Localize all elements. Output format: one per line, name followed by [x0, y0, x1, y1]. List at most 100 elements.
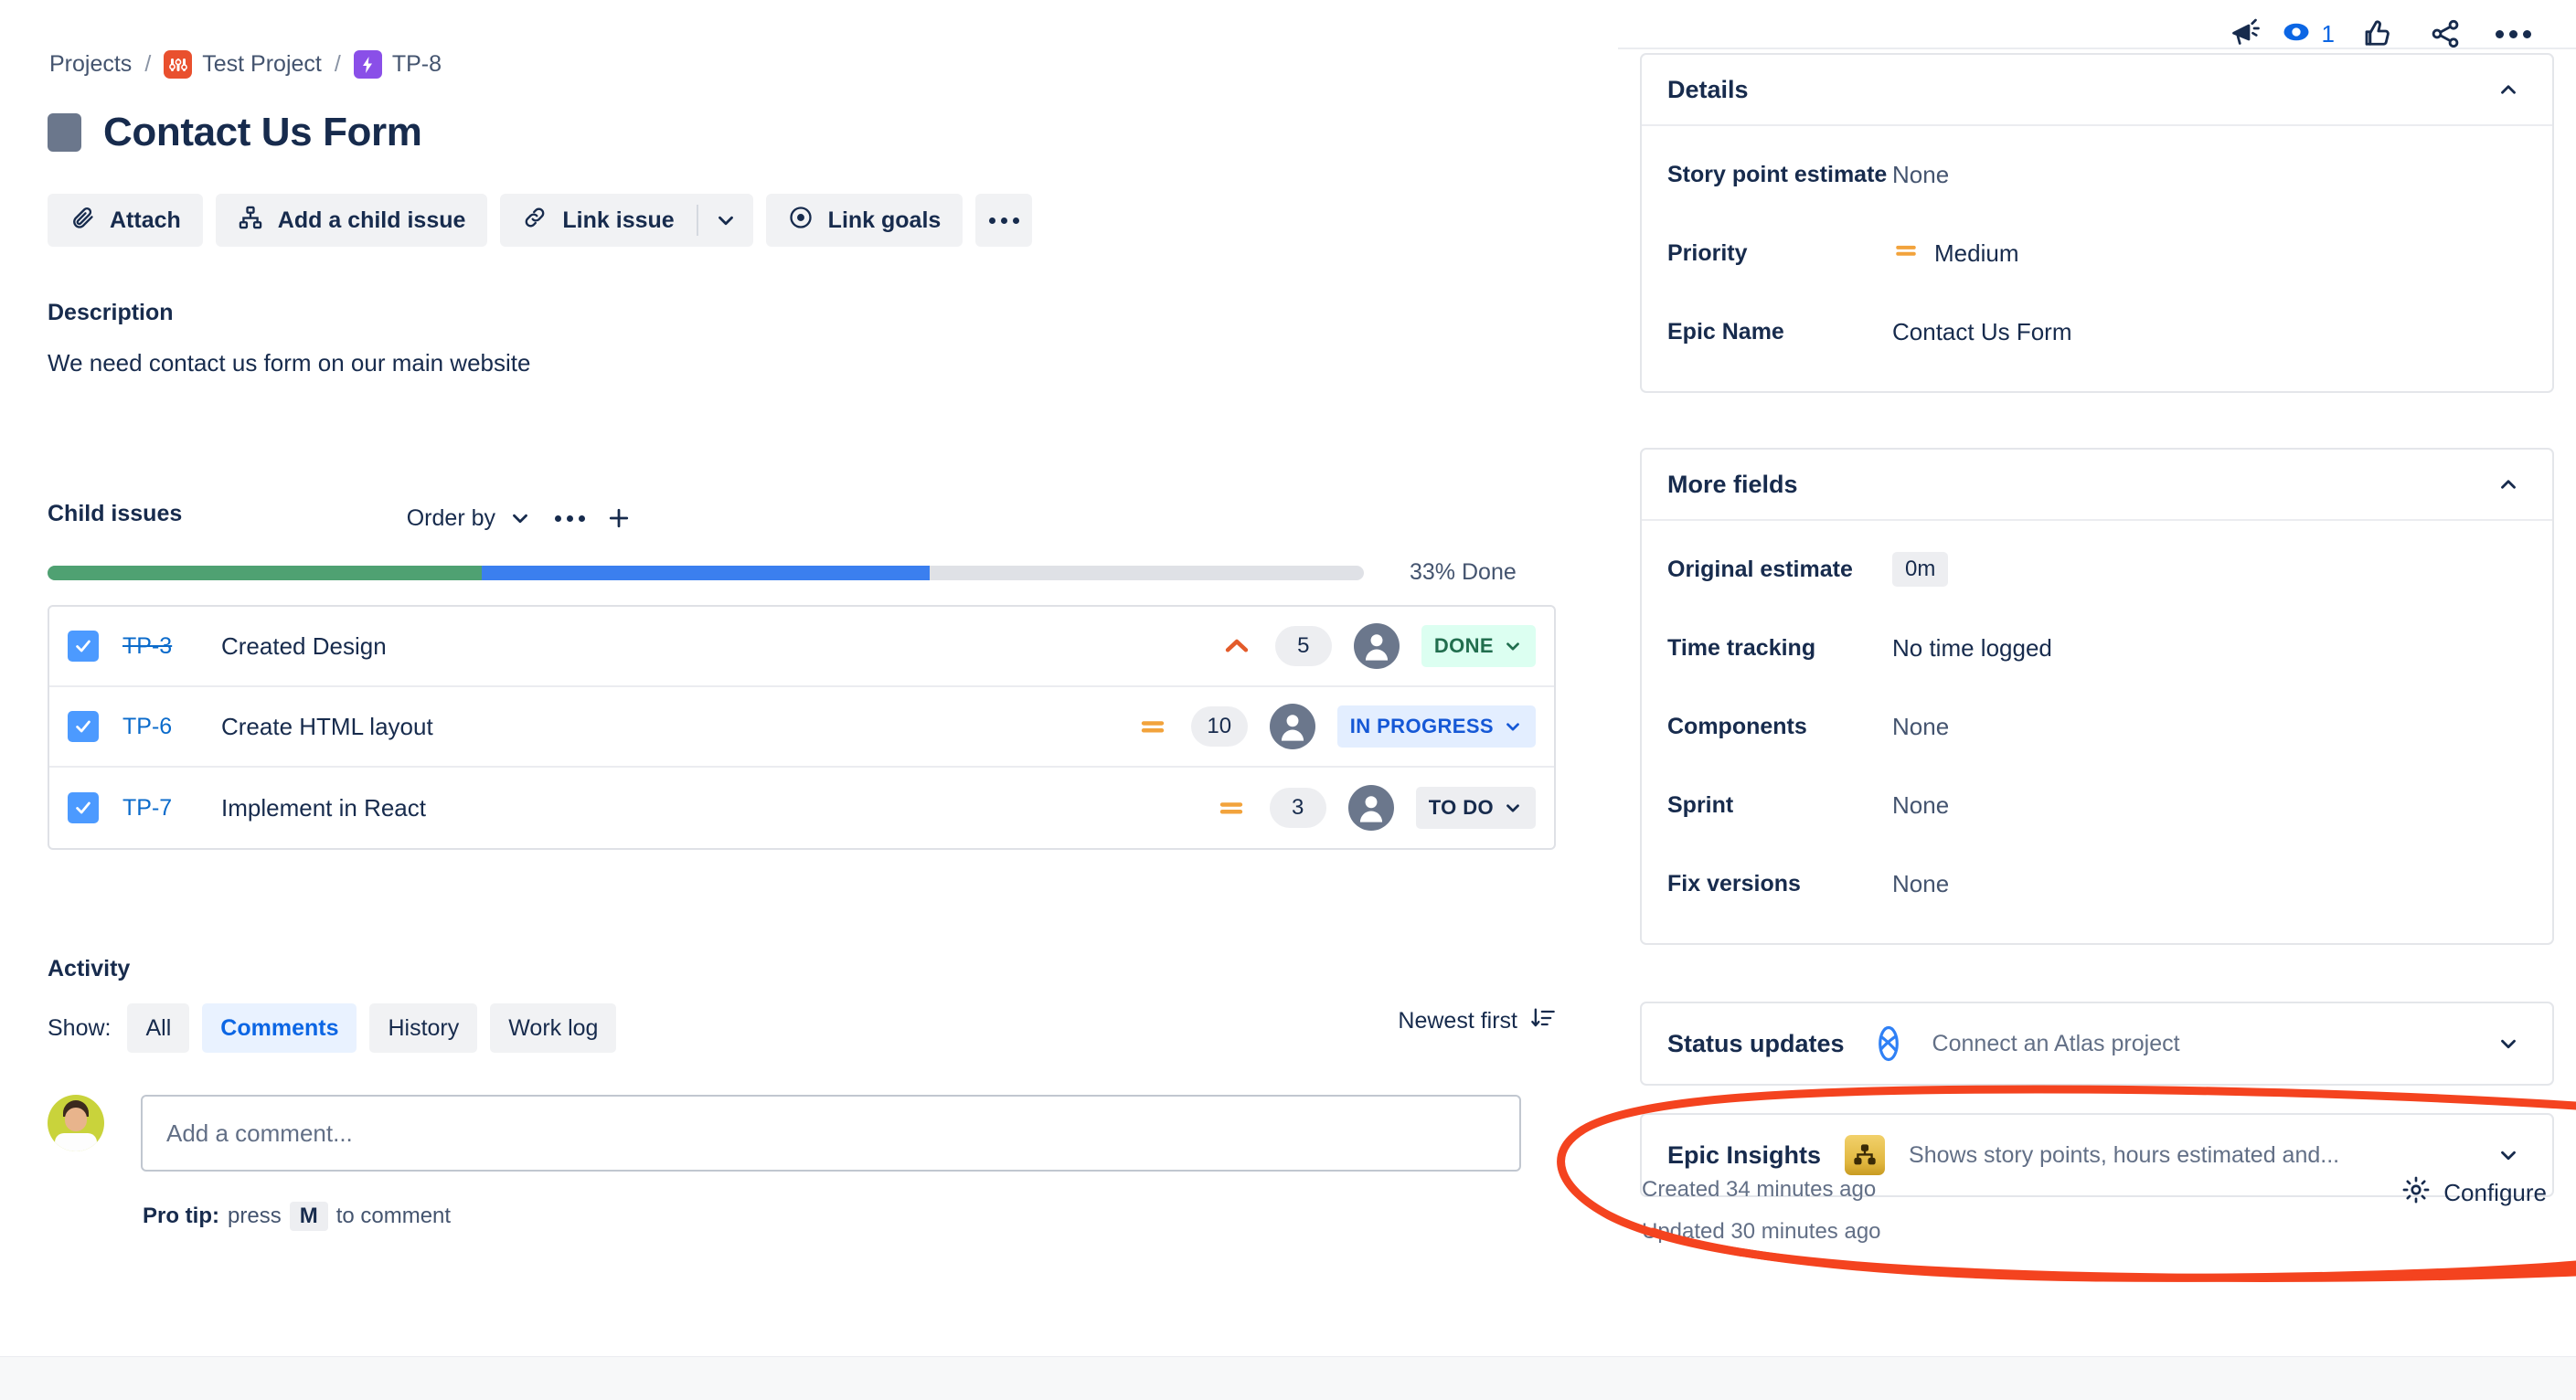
- add-comment-row: Add a comment...: [48, 1095, 1521, 1172]
- page-title-row: Contact Us Form: [48, 110, 422, 155]
- checkbox-checked-icon[interactable]: [68, 792, 99, 823]
- link-issue-split-button: Link issue: [500, 194, 753, 247]
- more-horizontal-icon[interactable]: [545, 493, 594, 543]
- child-issues-heading: Child issues: [48, 501, 183, 526]
- details-title: Details: [1667, 75, 1749, 103]
- priority-high-icon: [1213, 631, 1261, 662]
- user-avatar-icon[interactable]: [1347, 785, 1394, 831]
- attach-label: Attach: [110, 207, 181, 233]
- chevron-down-icon[interactable]: [2490, 1137, 2527, 1173]
- epic-insights-description: Shows story points, hours estimated and.…: [1909, 1141, 2340, 1168]
- order-by-button[interactable]: Order by: [407, 505, 495, 532]
- more-fields-card-header[interactable]: More fields: [1642, 450, 2552, 521]
- table-row[interactable]: TP-7 Implement in React 3 TO DO: [49, 768, 1554, 848]
- tab-comments[interactable]: Comments: [202, 1003, 357, 1053]
- child-issues-progress: 33% Done: [48, 559, 1556, 586]
- field-original-estimate: Original estimate 0m: [1667, 530, 2527, 609]
- table-row[interactable]: TP-6 Create HTML layout 10 IN PROGRESS: [49, 687, 1554, 768]
- child-issue-summary[interactable]: Implement in React: [221, 794, 1208, 822]
- attach-button[interactable]: Attach: [48, 194, 203, 247]
- progress-bar: [48, 565, 1364, 580]
- project-board-icon: [164, 50, 193, 79]
- configure-button[interactable]: Configure: [2401, 1175, 2547, 1211]
- user-avatar-icon[interactable]: [1269, 704, 1315, 749]
- field-priority: Priority Medium: [1667, 214, 2527, 292]
- progress-label: 33% Done: [1410, 559, 1517, 585]
- field-value[interactable]: None: [1892, 870, 1949, 898]
- status-label: DONE: [1433, 634, 1494, 657]
- pro-tip-mid: press: [228, 1204, 282, 1228]
- field-value[interactable]: Contact Us Form: [1892, 318, 2072, 346]
- chevron-down-icon[interactable]: [2490, 1025, 2527, 1062]
- plus-icon[interactable]: [594, 493, 644, 543]
- configure-label: Configure: [2443, 1179, 2547, 1206]
- checkbox-checked-icon[interactable]: [68, 711, 99, 742]
- table-row[interactable]: TP-3 Created Design 5 DONE: [49, 607, 1554, 687]
- field-value[interactable]: No time logged: [1892, 634, 2052, 663]
- link-issue-button[interactable]: Link issue: [500, 194, 696, 247]
- more-fields-title: More fields: [1667, 470, 1798, 498]
- epic-insights-title: Epic Insights: [1667, 1140, 1822, 1169]
- chevron-down-icon[interactable]: [495, 493, 545, 543]
- status-label: TO DO: [1428, 796, 1494, 819]
- status-updates-panel[interactable]: Status updates Connect an Atlas project: [1640, 1002, 2554, 1086]
- child-issue-key[interactable]: TP-3: [122, 633, 221, 660]
- breadcrumb-project-link[interactable]: Test Project: [202, 51, 322, 78]
- breadcrumb-separator-2: /: [334, 51, 341, 77]
- chevron-up-icon[interactable]: [2490, 71, 2527, 108]
- field-value-wrap[interactable]: 0m: [1892, 552, 1949, 587]
- field-label: Original estimate: [1667, 556, 1853, 582]
- status-badge[interactable]: IN PROGRESS: [1336, 705, 1536, 748]
- atlas-project-icon: [1868, 1023, 1909, 1064]
- paperclip-icon: [69, 205, 95, 237]
- field-value[interactable]: None: [1892, 161, 1949, 189]
- add-child-issue-button[interactable]: Add a child issue: [215, 194, 488, 247]
- field-value[interactable]: None: [1892, 713, 1949, 741]
- activity-filter-row: Show: All Comments History Work log: [48, 1003, 617, 1053]
- child-issue-tree-icon: [238, 205, 263, 237]
- status-updates-title: Status updates: [1667, 1029, 1845, 1057]
- tab-work-log[interactable]: Work log: [490, 1003, 617, 1053]
- tab-history[interactable]: History: [369, 1003, 478, 1053]
- child-issue-points: 3: [1269, 788, 1326, 828]
- details-card: Details Story point estimate None Priori…: [1640, 53, 2554, 393]
- activity-sort-button[interactable]: Newest first: [1398, 1005, 1556, 1037]
- more-dots: [988, 217, 1019, 224]
- activity-heading: Activity: [48, 956, 131, 981]
- issue-action-toolbar: Attach Add a child issue Link issue Link…: [48, 194, 1033, 247]
- child-issue-summary[interactable]: Create HTML layout: [221, 713, 1129, 741]
- user-photo-avatar[interactable]: [48, 1095, 104, 1151]
- checkbox-checked-icon[interactable]: [68, 631, 99, 662]
- keyboard-shortcut-key: M: [289, 1202, 328, 1231]
- epic-bolt-icon: [353, 50, 382, 79]
- link-goals-button[interactable]: Link goals: [765, 194, 963, 247]
- status-badge[interactable]: TO DO: [1415, 787, 1536, 829]
- child-issues-list: TP-3 Created Design 5 DONE TP-6 Create H…: [48, 605, 1556, 850]
- status-badge[interactable]: DONE: [1421, 625, 1536, 667]
- goal-target-icon: [788, 205, 814, 237]
- status-updates-description: Connect an Atlas project: [1932, 1030, 2180, 1056]
- field-value[interactable]: None: [1892, 791, 1949, 820]
- breadcrumb-issue-key[interactable]: TP-8: [392, 51, 442, 78]
- child-issue-key[interactable]: TP-7: [122, 795, 221, 822]
- tab-all[interactable]: All: [127, 1003, 190, 1053]
- progress-segment-inprogress: [482, 565, 930, 580]
- child-issue-points: 5: [1274, 626, 1332, 666]
- child-issue-summary[interactable]: Created Design: [221, 632, 1213, 661]
- details-card-header[interactable]: Details: [1642, 55, 2552, 126]
- chevron-down-icon[interactable]: [698, 194, 753, 247]
- pro-tip-prefix: Pro tip:: [143, 1204, 219, 1228]
- child-issue-key[interactable]: TP-6: [122, 714, 221, 740]
- field-time-tracking: Time tracking No time logged: [1667, 609, 2527, 687]
- sidebar-divider: [1618, 48, 2576, 49]
- more-horizontal-icon[interactable]: [975, 194, 1033, 247]
- field-value-wrap[interactable]: Medium: [1892, 237, 2018, 270]
- priority-medium-icon: [1208, 792, 1255, 823]
- user-avatar-icon[interactable]: [1353, 623, 1400, 669]
- comment-input[interactable]: Add a comment...: [141, 1095, 1521, 1172]
- field-value: Medium: [1934, 239, 2019, 267]
- breadcrumb-projects-link[interactable]: Projects: [49, 51, 132, 78]
- field-label: Time tracking: [1667, 634, 1816, 661]
- chevron-up-icon[interactable]: [2490, 466, 2527, 503]
- field-components: Components None: [1667, 687, 2527, 766]
